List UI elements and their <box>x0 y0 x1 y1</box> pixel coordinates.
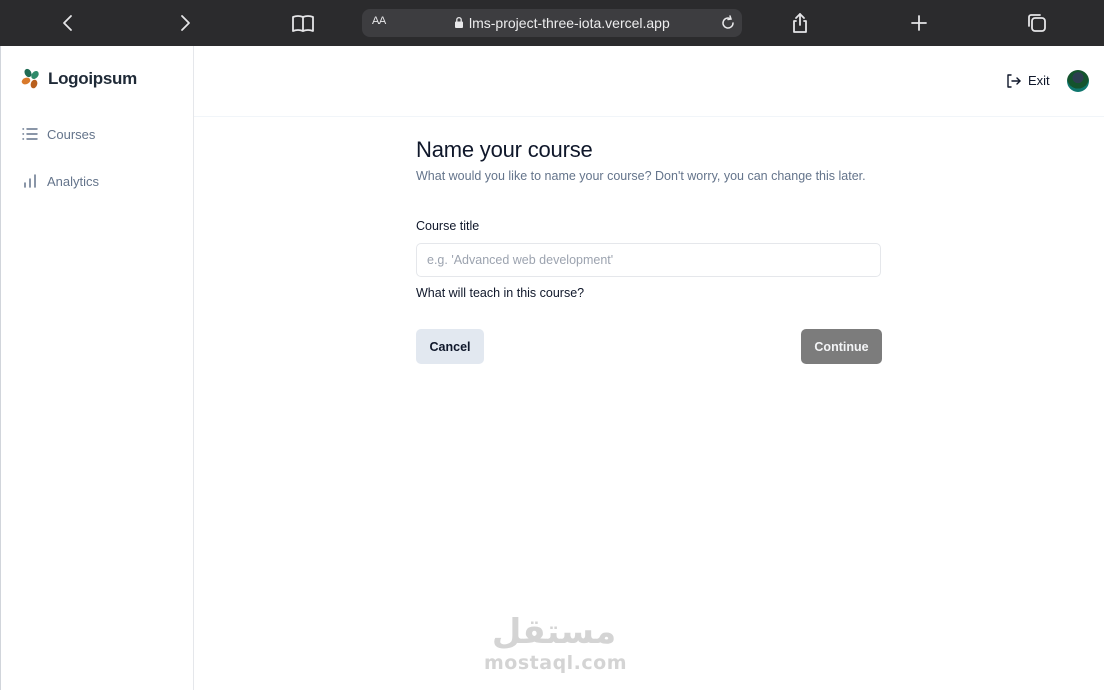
exit-button[interactable]: Exit <box>1006 73 1050 88</box>
top-header: Exit <box>194 46 1104 117</box>
sidebar-item-label: Analytics <box>47 173 100 189</box>
reader-text-size-button[interactable]: AA <box>372 15 386 27</box>
log-out-icon <box>1007 73 1021 88</box>
continue-button[interactable]: Continue <box>801 329 882 364</box>
watermark-arabic: مستقل <box>491 612 617 652</box>
exit-label: Exit <box>1028 73 1050 88</box>
watermark-latin: mostaql.com <box>484 652 628 674</box>
cancel-button[interactable]: Cancel <box>416 329 484 364</box>
sidebar: Logoipsum Courses Analytics <box>0 46 194 690</box>
bar-chart-icon <box>24 174 36 188</box>
course-title-input[interactable] <box>416 243 881 277</box>
logo[interactable]: Logoipsum <box>20 67 137 91</box>
reload-icon[interactable] <box>719 14 737 35</box>
lock-icon <box>454 16 464 32</box>
logo-mark-icon <box>21 68 39 89</box>
back-icon[interactable] <box>53 8 83 38</box>
list-icon <box>22 128 38 140</box>
sidebar-item-courses[interactable]: Courses <box>0 114 193 154</box>
browser-toolbar: AA lms-project-three-iota.vercel.app <box>0 0 1104 46</box>
share-icon[interactable] <box>785 8 815 38</box>
forward-icon[interactable] <box>170 8 200 38</box>
logo-text: Logoipsum <box>48 69 137 88</box>
course-title-label: Course title <box>416 219 480 233</box>
page-title: Name your course <box>416 137 593 162</box>
page-subtitle: What would you like to name your course?… <box>416 169 866 183</box>
sidebar-item-label: Courses <box>47 126 96 142</box>
create-course-form: Name your course What would you like to … <box>416 137 882 364</box>
sidebar-item-analytics[interactable]: Analytics <box>0 161 193 201</box>
bookmarks-book-icon[interactable] <box>288 8 318 38</box>
url-text: lms-project-three-iota.vercel.app <box>469 15 670 31</box>
watermark: مستقل mostaql.com <box>484 612 628 674</box>
tabs-overview-icon[interactable] <box>1022 8 1052 38</box>
helper-text: What will teach in this course? <box>416 286 585 300</box>
user-avatar[interactable] <box>1067 70 1089 92</box>
address-bar[interactable]: AA lms-project-three-iota.vercel.app <box>362 9 742 37</box>
new-tab-plus-icon[interactable] <box>904 8 934 38</box>
